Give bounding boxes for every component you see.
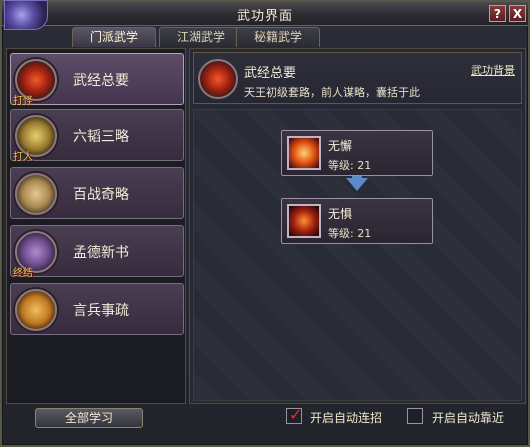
tab-sect-martial-arts[interactable]: 门派武学 [72, 27, 156, 47]
skill-info-title: 武经总要 [244, 66, 297, 81]
skill-item-baizhan-qilue[interactable]: 百战奇略 [10, 167, 184, 219]
skill-item-liutao-sanlue[interactable]: 六韬三略 打人 [10, 109, 184, 163]
down-arrow-icon [346, 178, 368, 191]
skill-info-box: 武经总要 天王初级套路，前人谋略，囊括于此 武功背景 [193, 52, 522, 104]
title-bar[interactable]: 武功界面 ? X [2, 0, 528, 30]
skill-node-name: 无惧 [328, 207, 353, 221]
skill-item-yanbing-shishu[interactable]: 言兵事疏 [10, 283, 184, 335]
martial-background-link[interactable]: 武功背景 [471, 62, 515, 78]
skill-node-wuju[interactable]: 无惧 等级: 21 [281, 198, 433, 244]
auto-combo-label: 开启自动连招 [310, 411, 383, 425]
help-button[interactable]: ? [489, 5, 506, 22]
letter-icon [15, 289, 57, 331]
tab-jianghu-martial-arts[interactable]: 江湖武学 [159, 27, 243, 47]
skill-list-panel: 武经总要 打怪 六韬三略 打人 百战奇略 孟德新书 终结 言兵事疏 [6, 48, 186, 404]
skill-node-level: 等级: 21 [328, 159, 372, 172]
skill-tag: 打怪 [13, 96, 33, 107]
martial-arts-window: 武功界面 ? X 门派武学 江湖武学 秘籍武学 武经总要 打怪 六韬三略 打人 … [0, 0, 530, 447]
skill-label: 言兵事疏 [73, 303, 129, 319]
check-mark-icon: ✓ [289, 405, 303, 424]
skill-item-mengde-xinshu[interactable]: 孟德新书 终结 [10, 225, 184, 279]
skill-item-wujing-zongyao[interactable]: 武经总要 打怪 [10, 53, 184, 107]
skill-label: 百战奇略 [73, 187, 129, 203]
skill-label: 武经总要 [73, 73, 129, 89]
skill-tag: 终结 [13, 268, 33, 279]
fire-blade-icon [287, 136, 321, 170]
auto-approach-checkbox[interactable] [407, 408, 423, 424]
skill-node-level: 等级: 21 [328, 227, 372, 240]
auto-approach-label: 开启自动靠近 [432, 411, 505, 425]
skill-detail-panel: 武经总要 天王初级套路，前人谋略，囊括于此 武功背景 无懈 等级: 21 无惧 … [189, 48, 526, 404]
skill-tree-area: 无懈 等级: 21 无惧 等级: 21 [193, 109, 522, 401]
auto-combo-checkbox[interactable]: ✓ [286, 405, 303, 424]
learn-all-button[interactable]: 全部学习 [35, 408, 143, 428]
skill-tag: 打人 [13, 152, 33, 163]
skill-info-description: 天王初级套路，前人谋略，囊括于此 [244, 86, 420, 99]
demon-face-icon [287, 204, 321, 238]
close-button[interactable]: X [509, 5, 526, 22]
skill-label: 孟德新书 [73, 245, 129, 261]
skill-label: 六韬三略 [73, 129, 129, 145]
scroll-icon [15, 173, 57, 215]
tab-secret-martial-arts[interactable]: 秘籍武学 [236, 27, 320, 47]
skill-node-name: 无懈 [328, 139, 353, 153]
skill-node-wuxie[interactable]: 无懈 等级: 21 [281, 130, 433, 176]
red-crest-icon [198, 59, 238, 99]
window-title: 武功界面 [236, 9, 293, 24]
